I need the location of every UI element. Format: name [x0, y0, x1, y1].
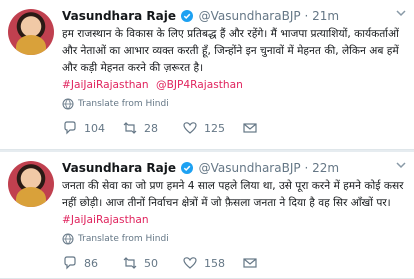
mail-icon	[243, 258, 257, 268]
reply-button[interactable]: 104	[62, 120, 122, 136]
tweet-text: जनता की सेवा का जो प्रण हमने 4 साल पहले …	[62, 180, 404, 209]
reply-icon	[64, 256, 76, 270]
reply-button[interactable]: 86	[62, 255, 122, 271]
like-button[interactable]: 158	[182, 255, 242, 271]
verified-badge-icon	[180, 10, 193, 22]
separator: ·	[304, 161, 309, 175]
timestamp[interactable]: 22m	[312, 161, 339, 175]
separator: ·	[304, 9, 309, 23]
retweet-icon	[123, 122, 137, 134]
globe-icon	[62, 98, 74, 110]
avatar[interactable]	[8, 161, 54, 207]
author-handle[interactable]: @VasundharaBJP	[199, 161, 301, 175]
author-handle[interactable]: @VasundharaBJP	[199, 9, 301, 23]
dm-button[interactable]	[242, 120, 302, 136]
reply-count: 104	[84, 121, 105, 135]
hashtag-link[interactable]: #JaiJaiRajasthan	[62, 79, 149, 91]
heart-icon	[183, 257, 197, 269]
retweet-count: 28	[144, 121, 158, 135]
like-count: 158	[204, 256, 225, 270]
mention-link[interactable]: @BJP4Rajasthan	[156, 79, 243, 91]
reply-icon	[64, 121, 76, 135]
verified-badge-icon	[180, 162, 193, 174]
dm-button[interactable]	[242, 255, 302, 271]
hashtag-link[interactable]: #JaiJaiRajasthan	[62, 214, 149, 226]
heart-icon	[183, 122, 197, 134]
author-name[interactable]: Vasundhara Raje	[62, 161, 176, 175]
retweet-button[interactable]: 28	[122, 120, 182, 136]
timestamp[interactable]: 21m	[312, 9, 339, 23]
author-name[interactable]: Vasundhara Raje	[62, 9, 176, 23]
reply-count: 86	[84, 256, 98, 270]
mail-icon	[243, 123, 257, 133]
tweet-text: हम राजस्थान के विकास के लिए प्रतिबद्ध है…	[62, 28, 399, 74]
retweet-button[interactable]: 50	[122, 255, 182, 271]
translate-label: Translate from Hindi	[78, 234, 169, 244]
globe-icon	[62, 233, 74, 245]
avatar[interactable]	[8, 9, 54, 55]
translate-link[interactable]: Translate from Hindi	[62, 233, 406, 245]
retweet-icon	[123, 257, 137, 269]
like-button[interactable]: 125	[182, 120, 242, 136]
translate-link[interactable]: Translate from Hindi	[62, 98, 406, 110]
like-count: 125	[204, 121, 225, 135]
retweet-count: 50	[144, 256, 158, 270]
tweet-2[interactable]: Vasundhara Raje @VasundharaBJP · 22m जनत…	[0, 152, 414, 279]
tweet-1[interactable]: Vasundhara Raje @VasundharaBJP · 21m हम …	[0, 0, 414, 150]
translate-label: Translate from Hindi	[78, 99, 169, 109]
